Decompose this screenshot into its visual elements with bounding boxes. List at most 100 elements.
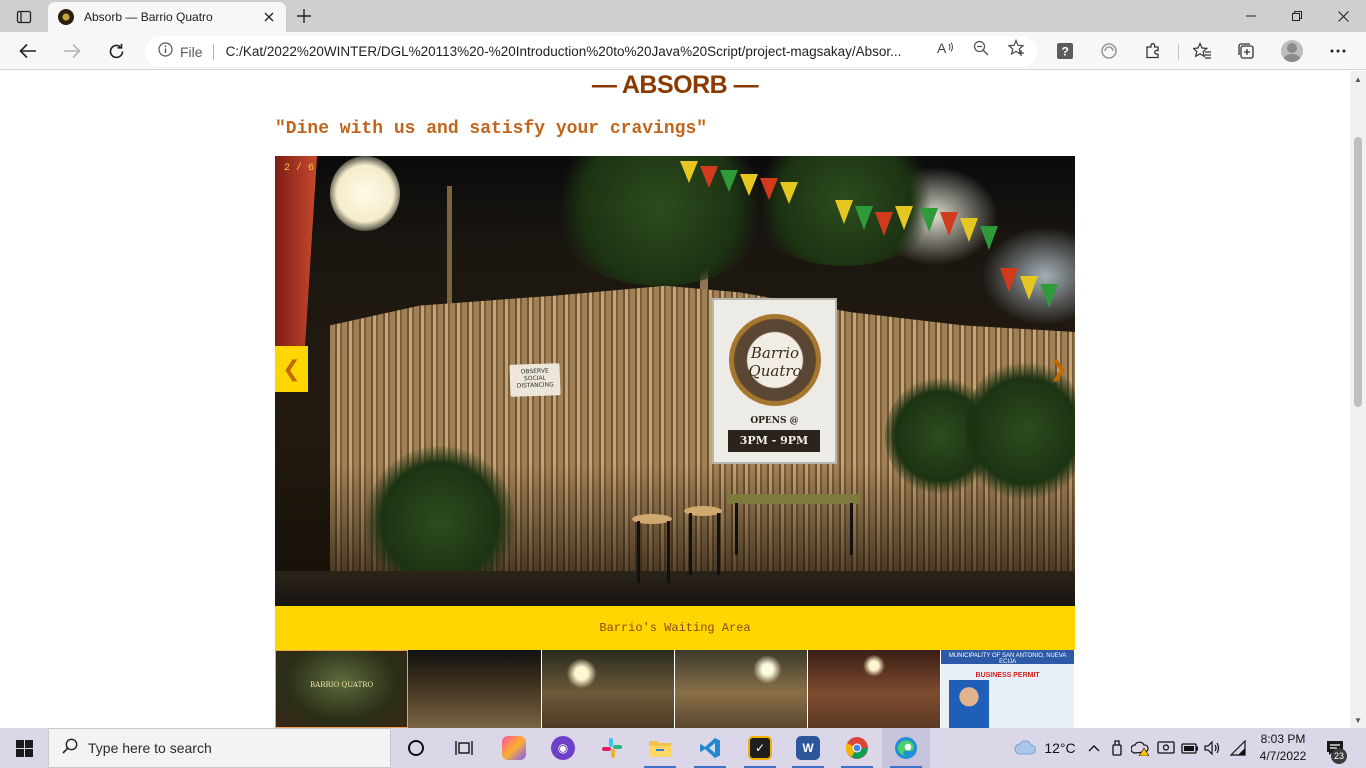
- minimize-icon[interactable]: [1228, 0, 1274, 32]
- svg-text:A: A: [937, 40, 947, 56]
- clock-time: 8:03 PM: [1260, 732, 1306, 746]
- info-icon[interactable]: [158, 41, 173, 62]
- add-favorite-star-icon[interactable]: [1006, 37, 1028, 59]
- windows-start-icon[interactable]: [0, 728, 48, 768]
- stool-leg: [689, 513, 692, 575]
- bunting-flag: [700, 166, 718, 188]
- task-view-icon[interactable]: [440, 728, 488, 768]
- todo-app-icon[interactable]: ✓: [736, 728, 784, 768]
- thumbnail-4[interactable]: [674, 650, 809, 728]
- extension-ring-icon[interactable]: [1094, 36, 1124, 66]
- bunting-flag: [1020, 276, 1038, 300]
- extensions-puzzle-icon[interactable]: [1138, 36, 1168, 66]
- browser-tab-active[interactable]: Absorb — Barrio Quatro: [48, 2, 286, 32]
- chrome-icon[interactable]: [833, 728, 881, 768]
- weather-widget[interactable]: 12°C: [1005, 728, 1085, 768]
- help-extension-icon[interactable]: ?: [1050, 36, 1080, 66]
- battery-icon[interactable]: [1179, 728, 1201, 768]
- next-slide-button[interactable]: ❯: [1042, 346, 1075, 392]
- red-flag-decor: [275, 156, 317, 356]
- lantern-light: [330, 156, 400, 231]
- profile-avatar[interactable]: [1277, 36, 1307, 66]
- onedrive-warning-icon[interactable]: [1130, 728, 1152, 768]
- close-window-icon[interactable]: [1320, 0, 1366, 32]
- prev-slide-button[interactable]: ❮: [275, 346, 308, 392]
- banner-opens-label: OPENS @: [750, 416, 799, 426]
- collections-icon[interactable]: [1231, 36, 1261, 66]
- edge-browser-icon[interactable]: [882, 728, 930, 768]
- thumbnail-6[interactable]: MUNICIPALITY OF SAN ANTONIO, NUEVA ECIJA…: [941, 650, 1075, 728]
- vscode-icon[interactable]: [686, 728, 734, 768]
- cloud-icon: [1014, 739, 1037, 758]
- thumbnail-strip: BARRIO QUATRO MUNICIPALITY OF SAN ANTONI…: [275, 650, 1075, 728]
- cortana-icon[interactable]: [392, 728, 440, 768]
- github-desktop-icon[interactable]: ◉: [539, 728, 587, 768]
- new-tab-plus-icon[interactable]: [290, 4, 318, 28]
- bunting-flag: [1040, 284, 1058, 308]
- scroll-down-arrow-icon[interactable]: ▼: [1350, 714, 1366, 726]
- bunting-flag: [920, 208, 938, 232]
- taskbar-search[interactable]: [48, 728, 391, 768]
- windows-taskbar: ◉ ✓ W 12°C: [0, 728, 1366, 768]
- restore-icon[interactable]: [1274, 0, 1320, 32]
- slide-caption: Barrio's Waiting Area: [275, 606, 1075, 650]
- banner-logo-text: Barrio Quatro: [748, 344, 802, 380]
- clock-date: 4/7/2022: [1259, 749, 1307, 763]
- settings-more-icon[interactable]: [1323, 36, 1353, 66]
- paint-app-icon[interactable]: [490, 728, 538, 768]
- usb-device-icon[interactable]: [1107, 728, 1127, 768]
- wifi-icon[interactable]: [1227, 728, 1249, 768]
- scrollbar-thumb[interactable]: [1354, 137, 1362, 407]
- display-settings-icon[interactable]: [1155, 728, 1177, 768]
- bunting-flag: [1000, 268, 1018, 292]
- address-scheme-label: File: [180, 43, 203, 60]
- zoom-out-icon[interactable]: [970, 37, 992, 59]
- tab-actions-icon[interactable]: [10, 6, 38, 28]
- thumbnail-3[interactable]: [541, 650, 675, 728]
- favorites-icon[interactable]: [1187, 36, 1217, 66]
- bunting-flag: [855, 206, 873, 230]
- social-distancing-sign: OBSERVE SOCIAL DISTANCING: [509, 363, 561, 397]
- address-bar[interactable]: File C:/Kat/2022%20WINTER/DGL%20113%20-%…: [145, 36, 1037, 67]
- back-arrow-icon[interactable]: [13, 36, 43, 66]
- slack-icon[interactable]: [588, 728, 636, 768]
- sign-text: OBSERVE SOCIAL DISTANCING: [516, 367, 554, 390]
- word-icon[interactable]: W: [784, 728, 832, 768]
- refresh-icon[interactable]: [101, 36, 131, 66]
- stool-leg: [667, 521, 670, 583]
- bunting-flag: [680, 161, 698, 183]
- thumbnail-2[interactable]: [408, 650, 542, 728]
- bench: [727, 494, 860, 504]
- ground: [275, 571, 1075, 606]
- volume-speaker-icon[interactable]: [1202, 728, 1224, 768]
- weather-temp: 12°C: [1044, 740, 1076, 756]
- svg-text:?: ?: [1062, 45, 1069, 59]
- thumbnail-5[interactable]: [808, 650, 942, 728]
- thumbnail-1[interactable]: BARRIO QUATRO: [275, 650, 409, 728]
- web-page: — ABSORB — "Dine with us and satisfy you…: [0, 71, 1350, 728]
- search-icon: [62, 738, 78, 759]
- scroll-up-arrow-icon[interactable]: ▲: [1350, 73, 1366, 85]
- bunting-flag: [895, 206, 913, 230]
- bunting-flag: [940, 212, 958, 236]
- tab-close-icon[interactable]: [256, 4, 282, 30]
- toolbar-divider: [1178, 44, 1179, 60]
- address-url[interactable]: C:/Kat/2022%20WINTER/DGL%20113%20-%20Int…: [226, 44, 916, 59]
- tagline: "Dine with us and satisfy your cravings": [275, 119, 708, 139]
- site-favicon-icon: [58, 9, 74, 25]
- profile-avatar-icon: [1281, 40, 1303, 62]
- file-explorer-icon[interactable]: [636, 728, 684, 768]
- bunting-flag: [740, 174, 758, 196]
- bench-leg: [850, 503, 853, 555]
- taskbar-clock[interactable]: 8:03 PM 4/7/2022: [1254, 731, 1312, 765]
- page-scrollbar[interactable]: ▲ ▼: [1350, 71, 1366, 728]
- tray-chevron-up-icon[interactable]: [1085, 728, 1103, 768]
- address-divider: [212, 43, 214, 60]
- barrio-quatro-banner: Barrio Quatro OPENS @ 3PM - 9PM: [712, 298, 837, 464]
- tab-title: Absorb — Barrio Quatro: [84, 10, 213, 24]
- stool-leg: [717, 513, 720, 575]
- taskbar-search-input[interactable]: [88, 740, 368, 756]
- thumbnail-label: BARRIO QUATRO: [310, 681, 374, 689]
- slide-counter: 2 / 6: [284, 163, 315, 174]
- read-aloud-icon[interactable]: A: [935, 37, 957, 59]
